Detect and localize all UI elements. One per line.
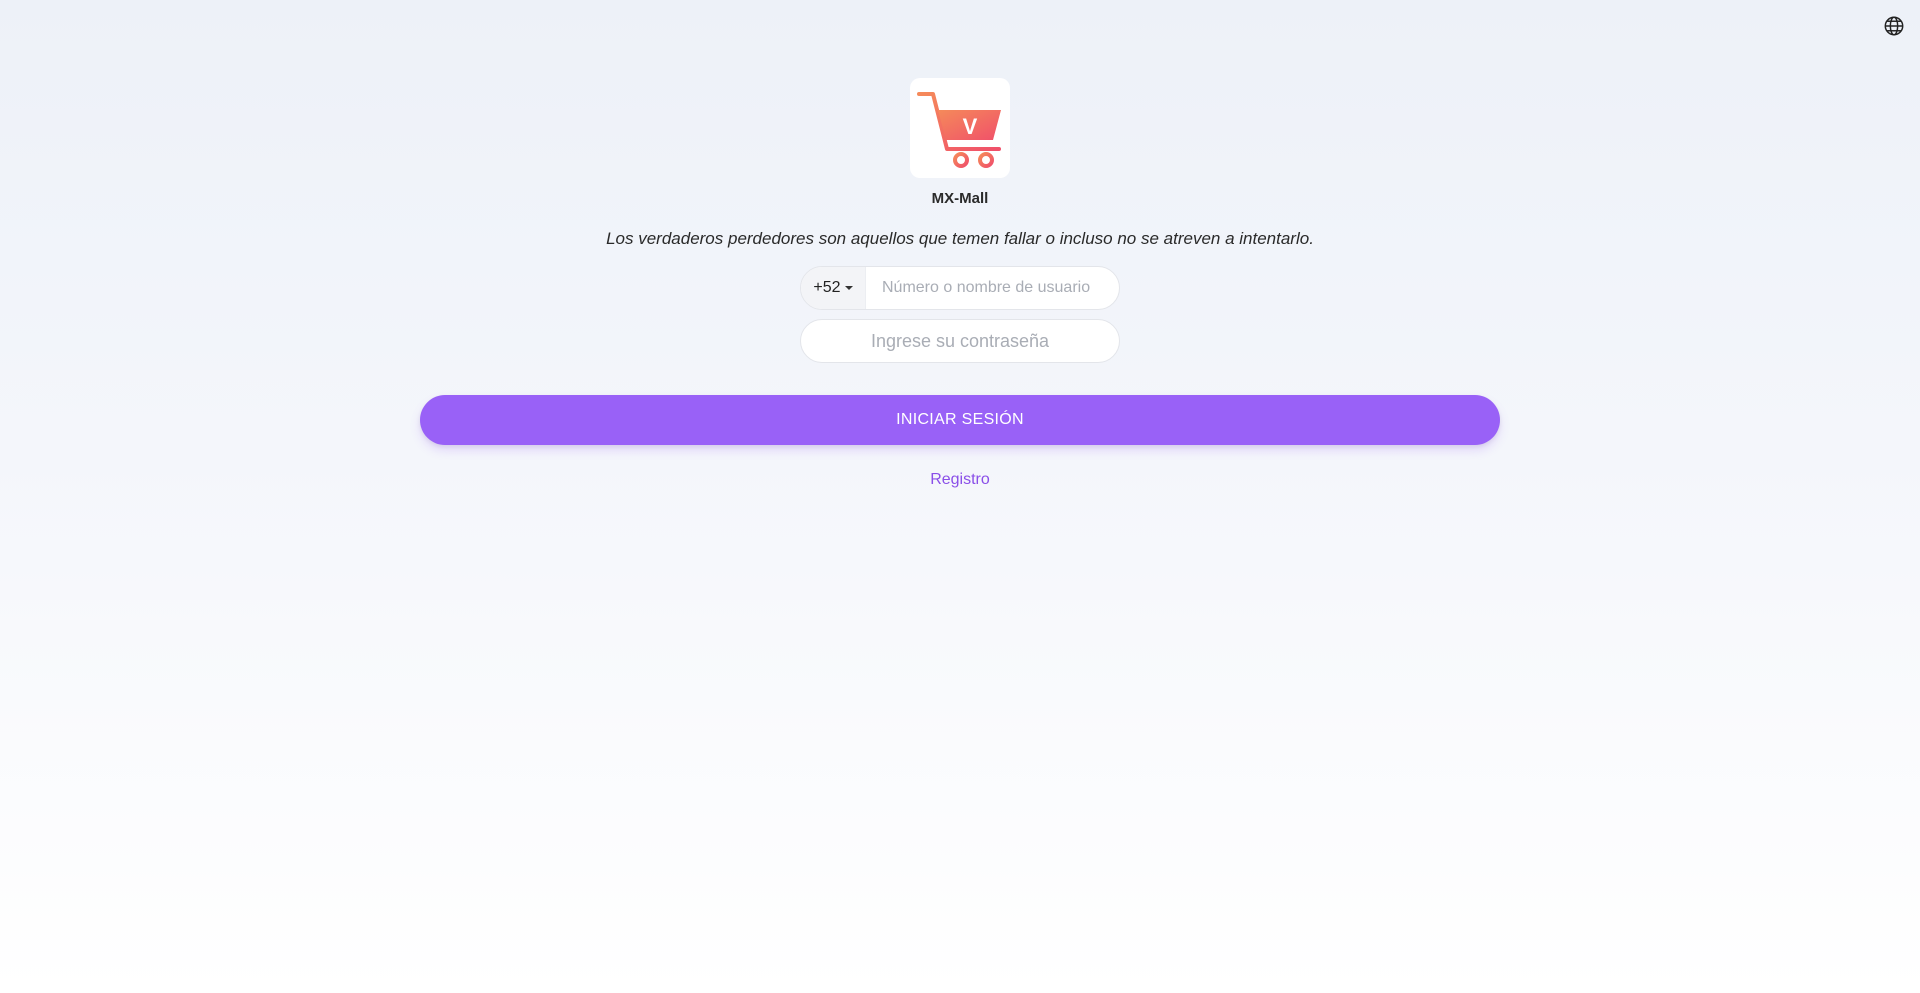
register-link[interactable]: Registro — [930, 471, 990, 489]
caret-down-icon — [844, 286, 853, 290]
app-logo: V — [910, 78, 1010, 178]
username-field: +52 — [800, 266, 1120, 310]
username-input[interactable] — [866, 267, 1119, 309]
password-input[interactable] — [801, 320, 1119, 362]
shopping-cart-logo-icon: V — [917, 92, 1001, 168]
slogan-text: Los verdaderos perdedores son aquellos q… — [606, 229, 1314, 248]
login-button[interactable]: INICIAR SESIÓN — [420, 395, 1500, 445]
globe-icon — [1884, 16, 1904, 36]
password-field — [800, 319, 1120, 363]
language-button[interactable] — [1882, 14, 1906, 38]
country-code-value: +52 — [813, 279, 841, 296]
country-code-select[interactable]: +52 — [801, 267, 866, 309]
login-container: V MX-Mall Los verdaderos perdedores son … — [0, 78, 1920, 489]
app-name: MX-Mall — [931, 190, 989, 207]
svg-text:V: V — [963, 114, 978, 139]
